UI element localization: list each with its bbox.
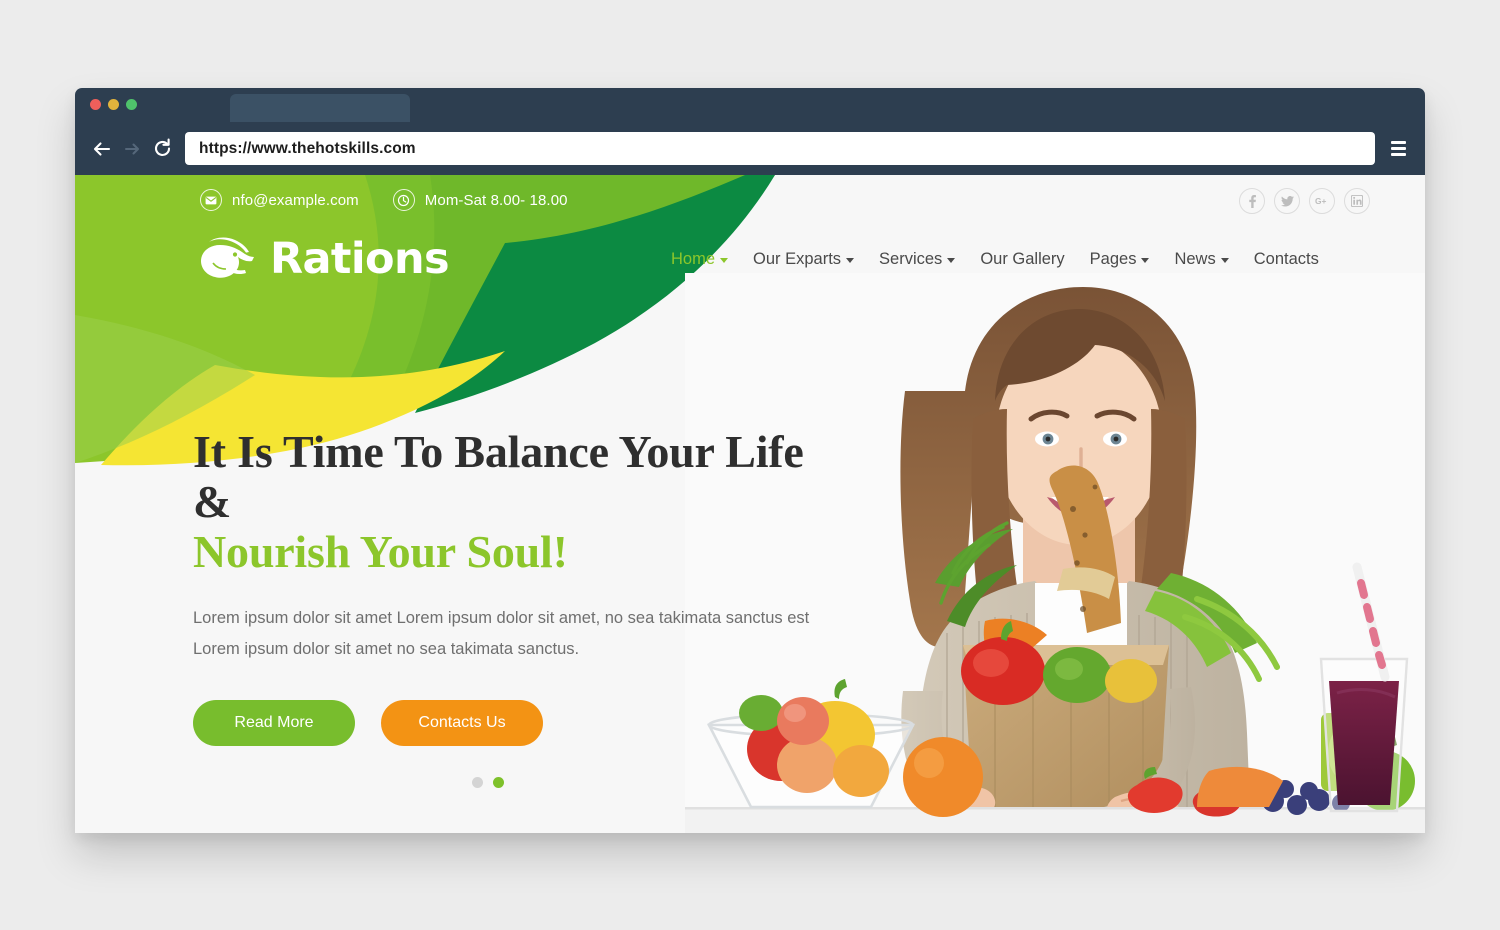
chevron-down-icon: [846, 257, 855, 263]
nav-item-our-exparts[interactable]: Our Exparts: [753, 249, 855, 269]
hero-buttons: Read More Contacts Us: [193, 700, 853, 747]
url-text: https://www.thehotskills.com: [199, 139, 416, 157]
maximize-window-button[interactable]: [126, 99, 137, 110]
envelope-icon: [200, 189, 222, 211]
back-arrow-icon[interactable]: [87, 134, 117, 164]
linkedin-icon[interactable]: [1344, 188, 1370, 214]
nav-item-contacts[interactable]: Contacts: [1254, 250, 1319, 269]
minimize-window-button[interactable]: [108, 99, 119, 110]
google-plus-icon[interactable]: G+: [1309, 188, 1335, 214]
nav-label: News: [1174, 249, 1216, 268]
nav-label: Our Exparts: [753, 249, 842, 268]
top-contact-bar: nfo@example.com Mom-Sat 8.00- 18.00 G+: [75, 175, 1425, 225]
carousel-dot-2[interactable]: [493, 777, 504, 788]
twitter-icon[interactable]: [1274, 188, 1300, 214]
facebook-icon[interactable]: [1239, 188, 1265, 214]
forward-arrow-icon[interactable]: [117, 134, 147, 164]
hero-title-line2: Nourish Your Soul!: [193, 526, 568, 578]
address-bar[interactable]: https://www.thehotskills.com: [185, 132, 1375, 165]
browser-window: https://www.thehotskills.com nfo@example…: [75, 88, 1425, 833]
carousel-dots: [472, 777, 504, 788]
site-header: Rations Home Our Exparts Services Our Ga…: [75, 225, 1425, 293]
social-links: G+: [1239, 188, 1370, 214]
nav-item-home[interactable]: Home: [671, 250, 728, 269]
nav-item-our-gallery[interactable]: Our Gallery: [980, 250, 1064, 269]
contacts-us-button[interactable]: Contacts Us: [381, 700, 543, 747]
contact-group: nfo@example.com Mom-Sat 8.00- 18.00: [200, 189, 568, 211]
hero-content: It Is Time To Balance Your Life & Nouris…: [193, 426, 853, 747]
nav-item-services[interactable]: Services: [879, 249, 956, 269]
hero-paragraph: Lorem ipsum dolor sit amet Lorem ipsum d…: [193, 609, 810, 658]
nav-label: Services: [879, 249, 943, 268]
shrimp-logo-icon: [193, 231, 263, 288]
browser-titlebar: [75, 88, 1425, 122]
site-logo[interactable]: Rations: [193, 231, 450, 288]
page-viewport: nfo@example.com Mom-Sat 8.00- 18.00 G+ R…: [75, 175, 1425, 833]
chevron-down-icon: [1141, 257, 1150, 263]
read-more-button[interactable]: Read More: [193, 700, 355, 747]
nav-item-news[interactable]: News: [1174, 249, 1229, 269]
hours-text: Mom-Sat 8.00- 18.00: [424, 191, 568, 209]
window-controls[interactable]: [90, 99, 137, 110]
contact-hours[interactable]: Mom-Sat 8.00- 18.00: [392, 189, 568, 211]
nav-item-pages[interactable]: Pages: [1090, 250, 1150, 269]
main-navigation: Home Our Exparts Services Our Gallery Pa…: [671, 250, 1319, 269]
chevron-down-icon: [1220, 257, 1229, 263]
hero-title: It Is Time To Balance Your Life & Nouris…: [193, 426, 853, 578]
contact-email[interactable]: nfo@example.com: [200, 189, 359, 211]
nav-label: Contacts: [1253, 249, 1319, 268]
carousel-dot-1[interactable]: [472, 777, 483, 788]
chevron-down-icon: [720, 257, 728, 263]
close-window-button[interactable]: [90, 99, 101, 110]
email-text: nfo@example.com: [232, 191, 359, 209]
chevron-down-icon: [947, 257, 956, 263]
browser-toolbar: https://www.thehotskills.com: [75, 122, 1425, 175]
svg-text:G+: G+: [1315, 196, 1327, 206]
clock-icon: [392, 189, 415, 211]
reload-icon[interactable]: [147, 134, 177, 164]
hamburger-menu-icon[interactable]: [1385, 136, 1411, 162]
nav-label: Our Gallery: [980, 249, 1065, 268]
browser-tab[interactable]: [230, 94, 410, 122]
logo-text: Rations: [270, 233, 450, 284]
nav-label: Pages: [1089, 249, 1137, 268]
hero-title-line1: It Is Time To Balance Your Life &: [193, 426, 804, 528]
nav-label: Home: [670, 249, 715, 268]
